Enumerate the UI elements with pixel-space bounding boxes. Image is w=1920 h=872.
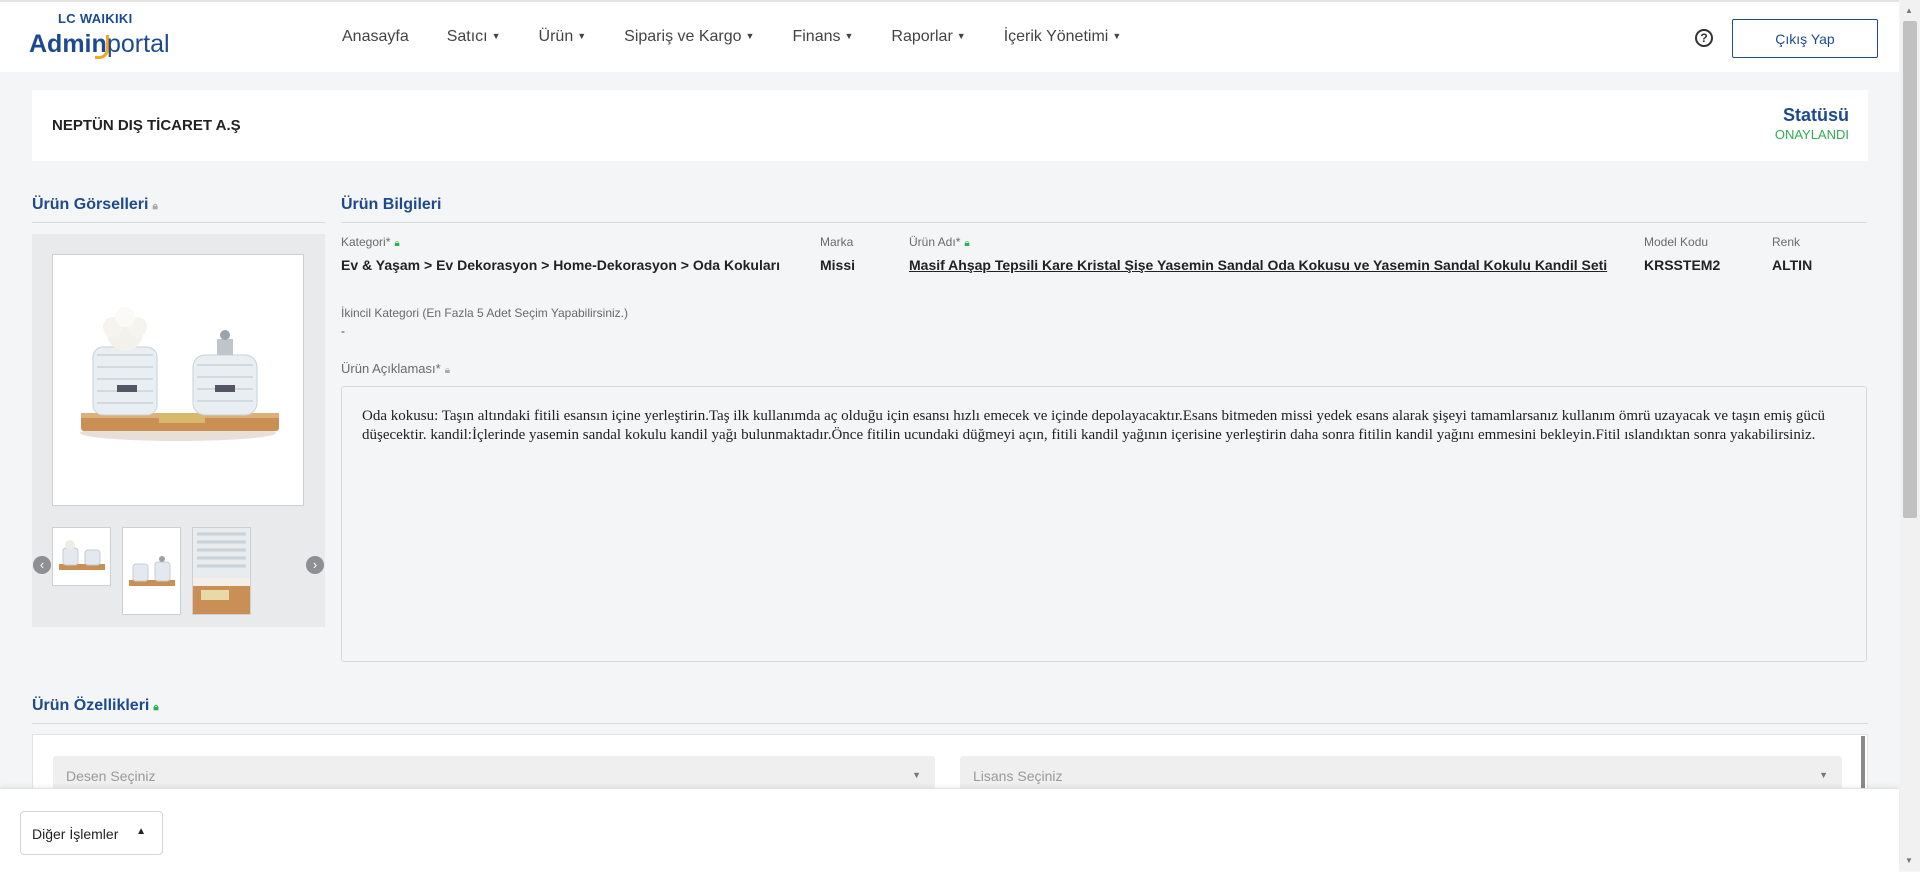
nav-item-label: Satıcı [446, 28, 488, 45]
lock-icon: 🔒︎ [152, 201, 158, 212]
product-name-label: Ürün Adı* 🔒︎ [909, 235, 970, 249]
secondary-category-value: - [341, 324, 345, 338]
chevron-down-icon: ▼ [1819, 770, 1828, 780]
product-name-link[interactable]: Masif Ahşap Tepsili Kare Kristal Şişe Ya… [909, 257, 1607, 273]
thumbnail-3[interactable] [192, 527, 251, 615]
brand-name: LC WAIKIKI [58, 11, 133, 26]
seller-name: NEPTÜN DIŞ TİCARET A.Ş [52, 117, 241, 134]
nav-item-label: Anasayfa [342, 28, 409, 45]
thumbnail-2[interactable] [122, 527, 181, 615]
nav-item-seller[interactable]: Satıcı ▼ [447, 28, 501, 46]
nav-item-finance[interactable]: Finans ▼ [792, 28, 853, 46]
product-features-title: Ürün Özellikleri 🔒︎ [32, 697, 159, 715]
features-scrollbar[interactable] [1861, 736, 1865, 792]
license-select-placeholder: Lisans Seçiniz [973, 768, 1063, 784]
caret-down-icon: ▼ [1112, 31, 1122, 41]
description-text: Oda kokusu: Taşın altındaki fitili esans… [362, 408, 1826, 443]
more-actions-button[interactable]: Diğer İşlemler ▲ [20, 811, 163, 855]
lock-icon: 🔒︎ [394, 238, 400, 249]
nav-item-reports[interactable]: Raporlar ▼ [891, 28, 965, 46]
caret-down-icon: ▼ [745, 31, 755, 41]
product-photo [53, 255, 303, 505]
logout-button[interactable]: Çıkış Yap [1732, 19, 1878, 58]
page-scrollbar[interactable]: ▲ ▼ [1900, 0, 1920, 871]
lock-icon: 🔒︎ [444, 365, 451, 376]
thumbnail-image [193, 528, 250, 614]
divider [32, 723, 1868, 724]
scrollbar-thumb[interactable] [1903, 21, 1917, 518]
caret-down-icon: ▼ [577, 31, 587, 41]
category-label: Kategori* 🔒︎ [341, 235, 400, 249]
section-title-text: Ürün Özellikleri [32, 697, 150, 714]
color-value: ALTIN [1772, 257, 1813, 273]
brand-label: Marka [820, 235, 854, 249]
nav-item-label: Finans [792, 28, 841, 45]
thumbnail-image [123, 528, 180, 614]
top-navigation-bar: LC WAIKIKI Admin portal Anasayfa Satıcı ▼… [0, 0, 1899, 72]
status-value: ONAYLANDI [1774, 127, 1849, 142]
logo-portal-text: portal [107, 30, 170, 58]
nav-item-order-cargo[interactable]: Sipariş ve Kargo ▼ [624, 28, 754, 46]
scroll-down-icon[interactable]: ▼ [1905, 856, 1913, 865]
section-title-text: Ürün Görselleri [32, 196, 149, 213]
chevron-left-icon[interactable]: ‹ [33, 556, 51, 574]
nav-item-label: İçerik Yönetimi [1003, 28, 1109, 45]
thumbnail-1[interactable] [52, 527, 111, 586]
caret-down-icon: ▼ [491, 31, 501, 41]
nav-item-label: Ürün [538, 28, 574, 45]
image-gallery: ‹ › [32, 234, 325, 627]
description-box[interactable]: Oda kokusu: Taşın altındaki fitili esans… [341, 386, 1867, 662]
label-text: Kategori* [341, 235, 391, 249]
lock-icon: 🔒︎ [153, 702, 159, 713]
model-code-value: KRSSTEM2 [1644, 257, 1721, 273]
seller-info-bar: NEPTÜN DIŞ TİCARET A.Ş Statüsü ONAYLANDI [32, 90, 1868, 161]
admin-portal-logo[interactable]: LC WAIKIKI Admin portal [29, 11, 189, 63]
caret-down-icon: ▼ [844, 31, 854, 41]
product-info-title: Ürün Bilgileri [341, 196, 442, 213]
nav-item-content-management[interactable]: İçerik Yönetimi ▼ [1004, 28, 1122, 46]
divider [32, 222, 325, 223]
pattern-select-placeholder: Desen Seçiniz [66, 768, 156, 784]
description-label: Ürün Açıklaması* 🔒︎ [341, 361, 450, 376]
bottom-action-bar: Diğer İşlemler ▲ [0, 788, 1899, 872]
caret-up-icon: ▲ [136, 826, 146, 837]
chevron-right-icon[interactable]: › [306, 556, 324, 574]
brand-value: Missi [820, 257, 856, 273]
status-label: Statüsü [1782, 105, 1849, 125]
main-product-image[interactable] [52, 254, 304, 506]
nav-item-label: Raporlar [891, 28, 953, 45]
category-value: Ev & Yaşam > Ev Dekorasyon > Home-Dekora… [341, 257, 780, 273]
secondary-category-label: İkincil Kategori (En Fazla 5 Adet Seçim … [341, 306, 629, 320]
nav-item-label: Sipariş ve Kargo [624, 28, 742, 45]
model-code-label: Model Kodu [1644, 235, 1709, 249]
help-icon[interactable]: ? [1695, 29, 1713, 47]
nav-item-product[interactable]: Ürün ▼ [539, 28, 587, 46]
thumbnail-image [53, 528, 110, 585]
label-text: Ürün Açıklaması* [341, 361, 441, 376]
label-text: Ürün Adı* [909, 235, 961, 249]
chevron-down-icon: ▼ [912, 770, 921, 780]
nav-item-home[interactable]: Anasayfa [342, 28, 409, 46]
color-label: Renk [1772, 235, 1801, 249]
lock-icon: 🔒︎ [964, 238, 970, 249]
divider [341, 222, 1867, 223]
caret-down-icon: ▼ [956, 31, 966, 41]
product-images-title: Ürün Görselleri 🔒︎ [32, 196, 158, 214]
more-actions-label: Diğer İşlemler [32, 826, 119, 842]
main-menu: Anasayfa Satıcı ▼ Ürün ▼ Sipariş ve Kargo ▼… [342, 28, 1159, 46]
scroll-up-icon[interactable]: ▲ [1905, 6, 1913, 15]
